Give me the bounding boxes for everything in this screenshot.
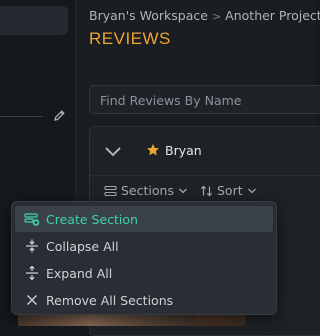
owner-name: Bryan	[165, 143, 202, 158]
pencil-icon[interactable]	[53, 109, 66, 122]
chevron-down-icon	[247, 188, 256, 193]
star-icon	[147, 144, 159, 156]
sections-button[interactable]: Sections	[104, 183, 188, 198]
expand-icon	[26, 265, 38, 281]
sidebar-divider	[0, 116, 43, 117]
collapse-icon	[26, 239, 38, 253]
menu-item-create-section[interactable]: Create Section	[15, 206, 273, 232]
sort-icon	[200, 185, 213, 196]
menu-item-expand-all[interactable]: Expand All	[15, 260, 273, 286]
close-icon	[27, 295, 37, 305]
sections-dropdown-menu: Create Section Collapse All Expand All R…	[11, 201, 277, 315]
menu-item-remove-all-sections[interactable]: Remove All Sections	[15, 287, 273, 313]
menu-item-collapse-all[interactable]: Collapse All	[15, 233, 273, 259]
page-title: REVIEWS	[89, 29, 171, 48]
search-input[interactable]	[90, 86, 320, 115]
menu-item-label: Expand All	[46, 265, 113, 281]
sections-icon	[104, 185, 117, 196]
search-box	[89, 85, 320, 115]
breadcrumb-separator: >	[211, 10, 222, 23]
chevron-down-icon[interactable]	[104, 146, 122, 158]
chevron-down-icon	[179, 188, 187, 193]
create-section-icon	[24, 213, 40, 226]
menu-item-label: Collapse All	[46, 238, 119, 254]
sections-label: Sections	[121, 183, 174, 198]
menu-item-label: Remove All Sections	[46, 292, 174, 308]
breadcrumb-workspace[interactable]: Bryan's Workspace	[89, 8, 208, 23]
sidebar-selected-item[interactable]	[0, 6, 68, 35]
panel-header: Bryan	[90, 127, 320, 176]
breadcrumb-project[interactable]: Another Project	[225, 8, 320, 23]
breadcrumb: Bryan's Workspace > Another Project	[89, 8, 320, 23]
sort-button[interactable]: Sort	[200, 183, 257, 198]
sort-label: Sort	[217, 183, 243, 198]
menu-item-label: Create Section	[46, 211, 138, 227]
